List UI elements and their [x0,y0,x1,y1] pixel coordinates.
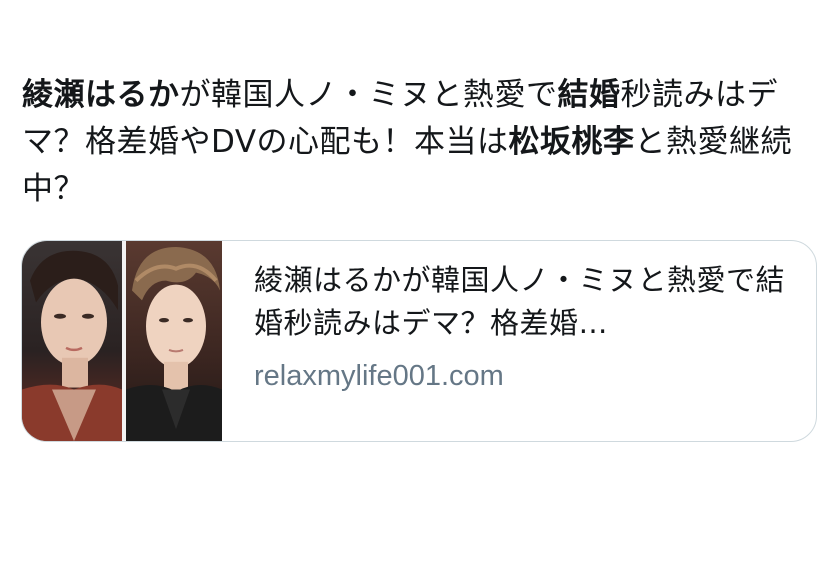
tweet-text-segment: が韓国人ノ・ミヌと熱愛で [179,77,558,113]
portrait-photo-right [126,241,222,441]
portrait-photo-left [22,241,122,441]
tweet-text: 綾瀬はるかが韓国人ノ・ミヌと熱愛で結婚秒読みはデマ？格差婚やDVの心配も！本当は… [22,72,812,213]
link-preview-card[interactable]: 綾瀬はるかが韓国人ノ・ミヌと熱愛で結婚秒読みはデマ？格差婚… relaxmyli… [21,240,817,442]
card-title[interactable]: 綾瀬はるかが韓国人ノ・ミヌと熱愛で結婚秒読みはデマ？格差婚… [254,259,799,345]
card-domain[interactable]: relaxmylife001.com [254,357,799,395]
tweet-bold-name[interactable]: 綾瀬はるか [22,77,180,113]
card-thumbnail [22,241,222,441]
tweet-bold-name[interactable]: 松坂桃李 [509,124,635,160]
tweet-bold-keyword[interactable]: 結婚 [558,77,621,113]
card-body[interactable]: 綾瀬はるかが韓国人ノ・ミヌと熱愛で結婚秒読みはデマ？格差婚… relaxmyli… [254,259,799,395]
